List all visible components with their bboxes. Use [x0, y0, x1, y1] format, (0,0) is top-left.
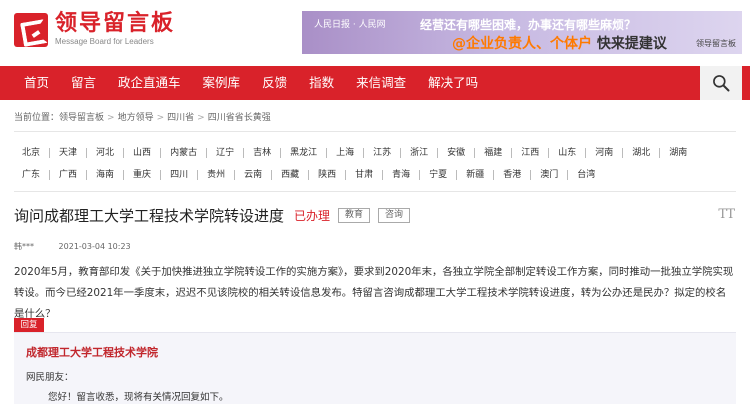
region-link[interactable]: 辽宁 [206, 148, 243, 158]
region-link[interactable]: 山西 [123, 148, 160, 158]
region-link[interactable]: 天津 [49, 148, 86, 158]
nav-item-index[interactable]: 指数 [298, 66, 345, 100]
banner-qr-caption: 领导留言板 [696, 39, 736, 48]
breadcrumb-separator: > [107, 113, 115, 123]
region-link[interactable]: 澳门 [530, 170, 567, 180]
promo-banner[interactable]: 人民日报 · 人民网 经营还有哪些困难，办事还有哪些麻烦？ @企业负责人、个体户… [302, 11, 742, 54]
font-size-icon[interactable]: TT [718, 207, 735, 222]
region-list: 北京 天津 河北 山西 内蒙古 辽宁 吉林 黑龙江 上海 江苏 浙江 安徽 福建 江西 山东 河南 湖北 湖南 广… [14, 142, 736, 186]
breadcrumb-item[interactable]: 地方领导 [118, 113, 154, 123]
reply-organization: 成都理工大学工程技术学院 [26, 346, 158, 359]
region-link[interactable]: 广西 [49, 170, 86, 180]
region-link[interactable]: 云南 [234, 170, 271, 180]
nav-item-survey[interactable]: 来信调查 [345, 66, 417, 100]
nav-item-feedback[interactable]: 反馈 [251, 66, 298, 100]
region-link[interactable]: 四川 [160, 170, 197, 180]
region-link[interactable]: 安徽 [437, 148, 474, 158]
message-title: 询问成都理工大学工程技术学院转设进度 [14, 207, 285, 225]
reply-text: 您好！留言收悉，现将有关情况回复如下。 [48, 392, 229, 403]
region-link[interactable]: 内蒙古 [160, 148, 206, 158]
divider [14, 131, 736, 132]
breadcrumb-item[interactable]: 四川省 [167, 113, 194, 123]
nav-item-cases[interactable]: 案例库 [192, 66, 252, 100]
breadcrumb: 当前位置：领导留言板 > 地方领导 > 四川省 > 四川省省长黄强 [14, 110, 271, 123]
nav-item-messages[interactable]: 留言 [60, 66, 107, 100]
logo-title: 领导留言板 [55, 11, 176, 36]
reply-salutation: 网民朋友： [26, 372, 74, 383]
post-date: 2021-03-04 10:23 [58, 242, 131, 251]
breadcrumb-item[interactable]: 四川省省长黄强 [208, 113, 271, 123]
nav-item-resolved[interactable]: 解决了吗 [417, 66, 489, 100]
region-link[interactable]: 上海 [326, 148, 363, 158]
status-badge: 已办理 [294, 209, 331, 223]
region-link[interactable]: 江西 [511, 148, 548, 158]
banner-subline-dark: 快来提建议 [596, 36, 667, 52]
breadcrumb-separator: > [197, 113, 205, 123]
region-link[interactable]: 新疆 [456, 170, 493, 180]
region-link[interactable]: 甘肃 [345, 170, 382, 180]
banner-logos: 人民日报 · 人民网 [314, 20, 386, 30]
author: 韩*** [14, 242, 34, 251]
breadcrumb-separator: > [156, 113, 165, 123]
region-link[interactable]: 河北 [86, 148, 123, 158]
region-link[interactable]: 浙江 [400, 148, 437, 158]
region-row: 广东 广西 海南 重庆 四川 贵州 云南 西藏 陕西 甘肃 青海 宁夏 新疆 香港 澳门 台湾 [14, 164, 736, 186]
nav-item-business[interactable]: 政企直通车 [107, 66, 192, 100]
region-link[interactable]: 西藏 [271, 170, 308, 180]
reply-label: 回复 [14, 318, 44, 332]
region-link[interactable]: 河南 [585, 148, 622, 158]
region-link[interactable]: 台湾 [567, 170, 604, 180]
region-link[interactable]: 陕西 [308, 170, 345, 180]
message-body: 2020年5月，教育部印发《关于加快推进独立学院转设工作的实施方案》，要求到20… [14, 266, 734, 320]
region-link[interactable]: 香港 [493, 170, 530, 180]
search-button[interactable] [700, 66, 742, 100]
region-row: 北京 天津 河北 山西 内蒙古 辽宁 吉林 黑龙江 上海 江苏 浙江 安徽 福建 江西 山东 河南 湖北 湖南 [14, 142, 736, 164]
region-link[interactable]: 北京 [14, 148, 49, 158]
region-link[interactable]: 黑龙江 [280, 148, 326, 158]
main-nav: 首页 留言 政企直通车 案例库 反馈 指数 来信调查 解决了吗 [0, 66, 750, 100]
region-link[interactable]: 吉林 [243, 148, 280, 158]
region-link[interactable]: 福建 [474, 148, 511, 158]
message-meta: 韩*** 2021-03-04 10:23 [14, 241, 131, 252]
tag-category[interactable]: 教育 [338, 208, 371, 223]
header: 领导留言板 Message Board for Leaders 人民日报 · 人… [0, 0, 750, 64]
region-link[interactable]: 宁夏 [419, 170, 456, 180]
region-link[interactable]: 海南 [86, 170, 123, 180]
search-icon [713, 75, 730, 92]
banner-subline-orange: @企业负责人、个体户 [452, 36, 592, 52]
breadcrumb-prefix: 当前位置： [14, 113, 60, 123]
region-link[interactable]: 湖北 [622, 148, 659, 158]
region-link[interactable]: 青海 [382, 170, 419, 180]
message-header: 询问成都理工大学工程技术学院转设进度 已办理 教育 咨询 [14, 205, 411, 226]
banner-subline: @企业负责人、个体户 快来提建议 [452, 33, 667, 53]
banner-headline: 经营还有哪些困难，办事还有哪些麻烦？ [420, 18, 637, 32]
logo-subtitle: Message Board for Leaders [55, 37, 154, 46]
site-logo[interactable]: 领导留言板 Message Board for Leaders [14, 12, 175, 47]
region-link[interactable]: 湖南 [659, 148, 696, 158]
region-link[interactable]: 山东 [548, 148, 585, 158]
region-link[interactable]: 贵州 [197, 170, 234, 180]
tag-type[interactable]: 咨询 [378, 208, 411, 223]
breadcrumb-item[interactable]: 领导留言板 [59, 113, 104, 123]
region-link[interactable]: 广东 [14, 170, 49, 180]
region-link[interactable]: 重庆 [123, 170, 160, 180]
reply-box: 成都理工大学工程技术学院 网民朋友： 您好！留言收悉，现将有关情况回复如下。 [14, 332, 736, 404]
logo-icon [14, 12, 48, 47]
nav-item-home[interactable]: 首页 [0, 66, 60, 100]
divider [14, 191, 736, 192]
region-link[interactable]: 江苏 [363, 148, 400, 158]
